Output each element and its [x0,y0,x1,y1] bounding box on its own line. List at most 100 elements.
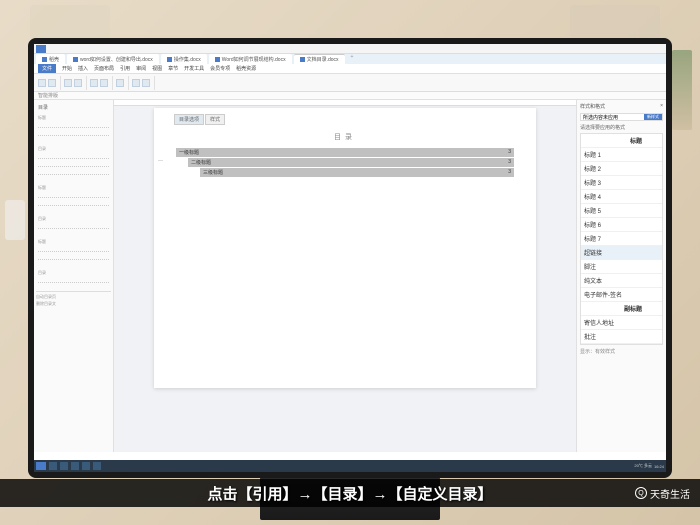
styles-list[interactable]: 标题 标题 1 标题 2 标题 3 标题 4 标题 5 标题 6 标题 7 超链… [580,133,663,345]
menu-insert[interactable]: 插入 [78,65,88,72]
style-h4[interactable]: 标题 4 [581,190,662,204]
tab-add-button[interactable]: + [347,54,358,64]
menu-file[interactable]: 文件 [38,64,56,73]
nav-item[interactable] [38,169,109,175]
smart-layout-label[interactable]: 智能排版 [38,92,58,99]
ribbon-footnote-icon[interactable] [64,79,72,87]
windows-taskbar: 20℃ 多云 16:24 [34,460,666,472]
desk-notebook-left [30,5,110,40]
clock[interactable]: 16:24 [654,464,664,469]
ribbon-toc-icon[interactable] [38,79,46,87]
style-email[interactable]: 电子邮件-签名 [581,288,662,302]
style-plaintext[interactable]: 纯文本 [581,274,662,288]
ribbon-group-4 [116,76,129,90]
tab-label: Word如何调节展现结构.docx [222,56,286,63]
ribbon-crossref-icon[interactable] [100,79,108,87]
style-h3[interactable]: 标题 3 [581,176,662,190]
nav-delete-toc[interactable]: 删除目录文 [36,301,111,307]
style-footnote[interactable]: 脚注 [581,260,662,274]
style-h6[interactable]: 标题 6 [581,218,662,232]
ribbon-mail-icon[interactable] [132,79,140,87]
style-h2[interactable]: 标题 2 [581,162,662,176]
toc-title: 目录 [164,132,526,142]
watermark-icon: Q [635,487,647,499]
nav-item[interactable] [38,192,109,198]
nav-item[interactable] [38,161,109,167]
ribbon-caption-icon[interactable] [90,79,98,87]
close-icon[interactable]: × [660,103,663,110]
ribbon-group-2 [64,76,87,90]
doc-icon [167,57,172,62]
page[interactable]: 目录选项 样式 — 目录 一级标题3 二级标题3 三级标题3 [154,108,536,388]
nav-auto-toc[interactable]: 自动目录页 [36,294,111,300]
toc-tab-options[interactable]: 目录选项 [174,114,204,125]
nav-item[interactable] [38,130,109,136]
nav-section-label: 目录 [38,216,109,222]
tab-doc4-active[interactable]: 文档目录.docx [294,54,345,64]
menu-dev[interactable]: 开发工具 [184,65,204,72]
style-header[interactable]: 标题 [581,134,662,148]
tab-label: word如何设置、创建和导出.docx [80,56,153,63]
margin-mark: — [158,158,163,164]
menu-review[interactable]: 审阅 [136,65,146,72]
watermark: Q 天奇生活 [635,486,690,501]
toc-row-level3[interactable]: 三级标题3 [200,168,514,177]
navigation-panel: 目录 标题 目录 标题 目录 标题 目录 自动目录页 删除目录文 [34,100,114,452]
menu-view[interactable]: 视图 [152,65,162,72]
taskbar-app-icon[interactable] [82,462,90,470]
nav-item[interactable] [38,254,109,260]
nav-section-label: 目录 [38,146,109,152]
taskbar-app-icon[interactable] [93,462,101,470]
style-comment[interactable]: 批注 [581,330,662,344]
tab-home[interactable]: 稻壳 [36,54,65,64]
nav-item[interactable] [38,223,109,229]
style-h1[interactable]: 标题 1 [581,148,662,162]
style-subtitle[interactable]: 副标题 [581,302,662,316]
ribbon-update-icon[interactable] [48,79,56,87]
toc-text: 二级标题 [191,159,211,166]
menu-section[interactable]: 章节 [168,65,178,72]
taskbar-edge-icon[interactable] [71,462,79,470]
nav-item[interactable] [38,277,109,283]
home-icon [42,57,47,62]
menu-resources[interactable]: 稻壳资源 [236,65,256,72]
ribbon-endnote-icon[interactable] [74,79,82,87]
nav-item[interactable] [38,153,109,159]
menu-member[interactable]: 会员专项 [210,65,230,72]
document-tabs: 稻壳 word如何设置、创建和导出.docx 操作集.docx Word如何调节… [34,54,666,64]
watermark-text: 天奇生活 [650,486,690,501]
desk-plant [672,50,692,130]
toc-row-level1[interactable]: 一级标题3 [176,148,514,157]
ribbon-citation-icon[interactable] [142,79,150,87]
taskbar-search-icon[interactable] [49,462,57,470]
style-sender[interactable]: 寄信人地址 [581,316,662,330]
toc-page: 3 [508,169,511,176]
tab-doc1[interactable]: word如何设置、创建和导出.docx [67,54,159,64]
styles-panel-header: 样式和格式 × [580,103,663,110]
ribbon-mark-icon[interactable] [116,79,124,87]
style-h7[interactable]: 标题 7 [581,232,662,246]
menubar: 文件 开始 插入 页面布局 引用 审阅 视图 章节 开发工具 会员专项 稻壳资源 [34,64,666,74]
toc-tab-style[interactable]: 样式 [205,114,225,125]
styles-title: 样式和格式 [580,103,605,110]
doc-icon [73,57,78,62]
ribbon-group-3 [90,76,113,90]
weather-widget[interactable]: 20℃ 多云 [634,463,652,469]
start-button[interactable] [36,462,46,470]
styles-filter[interactable]: 显示：有效样式 [580,348,663,355]
style-hyperlink[interactable]: 超链接 [581,246,662,260]
menu-start[interactable]: 开始 [62,65,72,72]
ruler[interactable] [114,100,576,106]
menu-reference[interactable]: 引用 [120,65,130,72]
taskbar-explorer-icon[interactable] [60,462,68,470]
menu-layout[interactable]: 页面布局 [94,65,114,72]
new-style-button[interactable]: 新样式 [644,114,662,120]
tab-doc2[interactable]: 操作集.docx [161,54,207,64]
nav-item[interactable] [38,200,109,206]
nav-item[interactable] [38,246,109,252]
toc-row-level2[interactable]: 二级标题3 [188,158,514,167]
tab-doc3[interactable]: Word如何调节展现结构.docx [209,54,292,64]
style-h5[interactable]: 标题 5 [581,204,662,218]
nav-item[interactable] [38,122,109,128]
styles-search: 所选内容未应用 新样式 [580,113,663,121]
